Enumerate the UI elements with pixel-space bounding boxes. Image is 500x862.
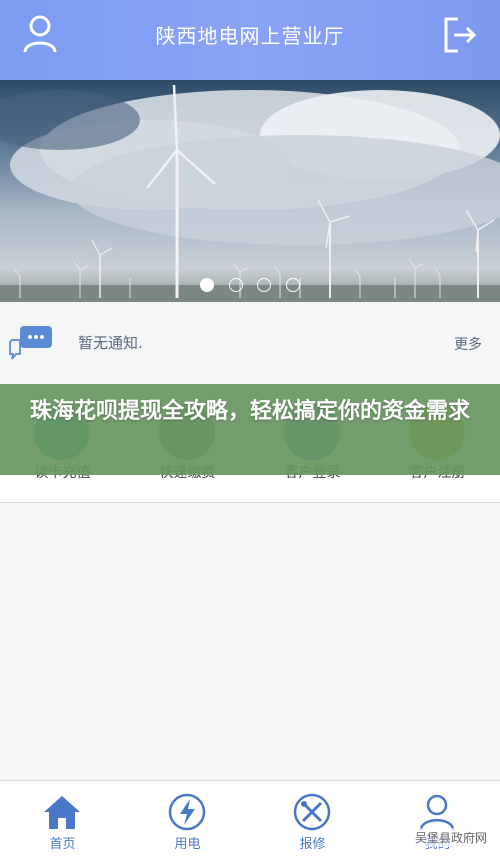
tab-home[interactable]: 首页 [0, 781, 125, 862]
headline-overlay: 珠海花呗提现全攻略，轻松搞定你的资金需求 [0, 384, 500, 475]
chat-bubble-icon [8, 324, 54, 362]
wind-farm-image [0, 84, 500, 302]
carousel-dot[interactable] [257, 278, 271, 292]
tab-label: 首页 [49, 837, 76, 852]
tab-label: 用电 [174, 837, 201, 852]
notice-bar: 暂无通知. 更多 [0, 302, 500, 385]
carousel-dot[interactable] [229, 278, 243, 292]
app-header: 陕西地电网上营业厅 [0, 0, 500, 80]
tab-label: 报修 [299, 837, 326, 852]
home-icon [44, 796, 80, 829]
profile-icon [419, 794, 455, 831]
carousel-dot[interactable] [286, 278, 300, 292]
tab-profile[interactable]: 我的 [375, 781, 500, 862]
overlay-headline: 珠海花呗提现全攻略，轻松搞定你的资金需求 [29, 399, 470, 424]
content-area [0, 503, 500, 780]
bottom-tab-bar: 首页 用电 报修 我的 [0, 780, 500, 862]
source-watermark: 吴堡县政府网 [411, 828, 490, 847]
repair-tools-icon [293, 793, 331, 831]
tab-electricity[interactable]: 用电 [125, 781, 250, 862]
page-title: 陕西地电网上营业厅 [155, 24, 345, 48]
carousel-indicators [0, 278, 500, 296]
more-link[interactable]: 更多 [454, 334, 482, 354]
banner-carousel[interactable] [0, 80, 500, 302]
lightning-icon [168, 793, 206, 831]
notice-text: 暂无通知. [78, 334, 143, 352]
logout-icon[interactable] [442, 16, 478, 54]
carousel-dot[interactable] [200, 278, 214, 292]
tab-repair[interactable]: 报修 [250, 781, 375, 862]
